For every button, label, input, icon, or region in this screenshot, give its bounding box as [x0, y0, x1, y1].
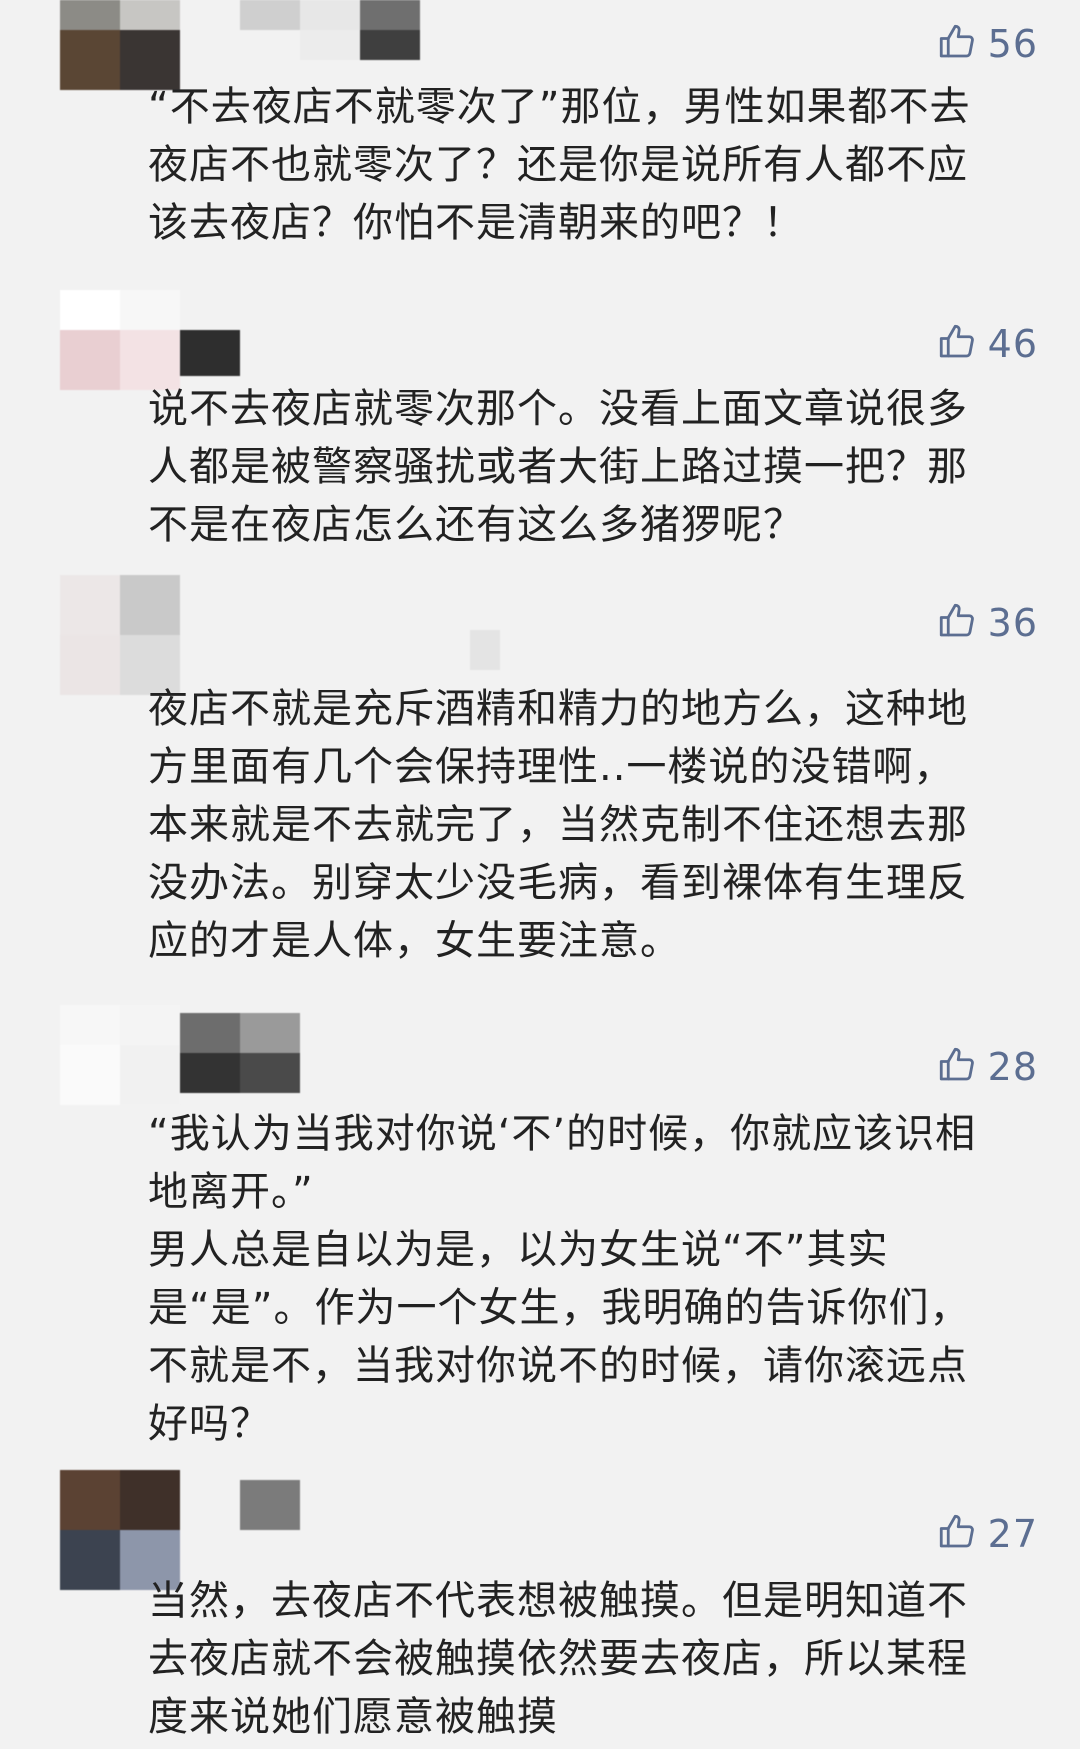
like-button[interactable]: 56 — [936, 16, 1038, 72]
username[interactable] — [180, 1013, 300, 1093]
like-button[interactable]: 28 — [936, 1039, 1038, 1095]
thumbs-up-icon — [936, 321, 978, 367]
username[interactable] — [180, 330, 240, 376]
comment-text: “我认为当我对你说‘不’的时候，你就应该识相 地离开。” 男人总是自以为是，以为… — [148, 1111, 977, 1447]
comment-text: 说不去夜店就零次那个。没看上面文章说很多 人都是被警察骚扰或者大街上路过摸一把？… — [148, 386, 968, 548]
comment-text: “不去夜店不就零次了”那位，男性如果都不去 夜店不也就零次了？还是你是说所有人都… — [148, 84, 971, 246]
username[interactable] — [240, 1480, 300, 1530]
avatar[interactable] — [60, 1005, 180, 1105]
like-button[interactable]: 27 — [936, 1506, 1038, 1562]
like-count: 56 — [987, 22, 1038, 66]
like-count: 27 — [987, 1512, 1038, 1556]
thumbs-up-icon — [936, 21, 978, 67]
thumbs-up-icon — [936, 1511, 978, 1557]
thumbs-up-icon — [936, 1044, 978, 1090]
like-button[interactable]: 36 — [936, 595, 1038, 651]
username[interactable] — [470, 630, 500, 670]
like-button[interactable]: 46 — [936, 316, 1038, 372]
avatar[interactable] — [60, 290, 180, 390]
like-count: 46 — [987, 322, 1038, 366]
comment-text: 夜店不就是充斥酒精和精力的地方么，这种地 方里面有几个会保持理性..一楼说的没错… — [148, 686, 968, 964]
comment-text: 当然，去夜店不代表想被触摸。但是明知道不 去夜店就不会被触摸依然要去夜店，所以某… — [148, 1578, 968, 1740]
like-count: 28 — [987, 1045, 1038, 1089]
username[interactable] — [240, 0, 460, 62]
avatar[interactable] — [60, 575, 180, 695]
thumbs-up-icon — [936, 600, 978, 646]
avatar[interactable] — [60, 0, 180, 90]
like-count: 36 — [987, 601, 1038, 645]
